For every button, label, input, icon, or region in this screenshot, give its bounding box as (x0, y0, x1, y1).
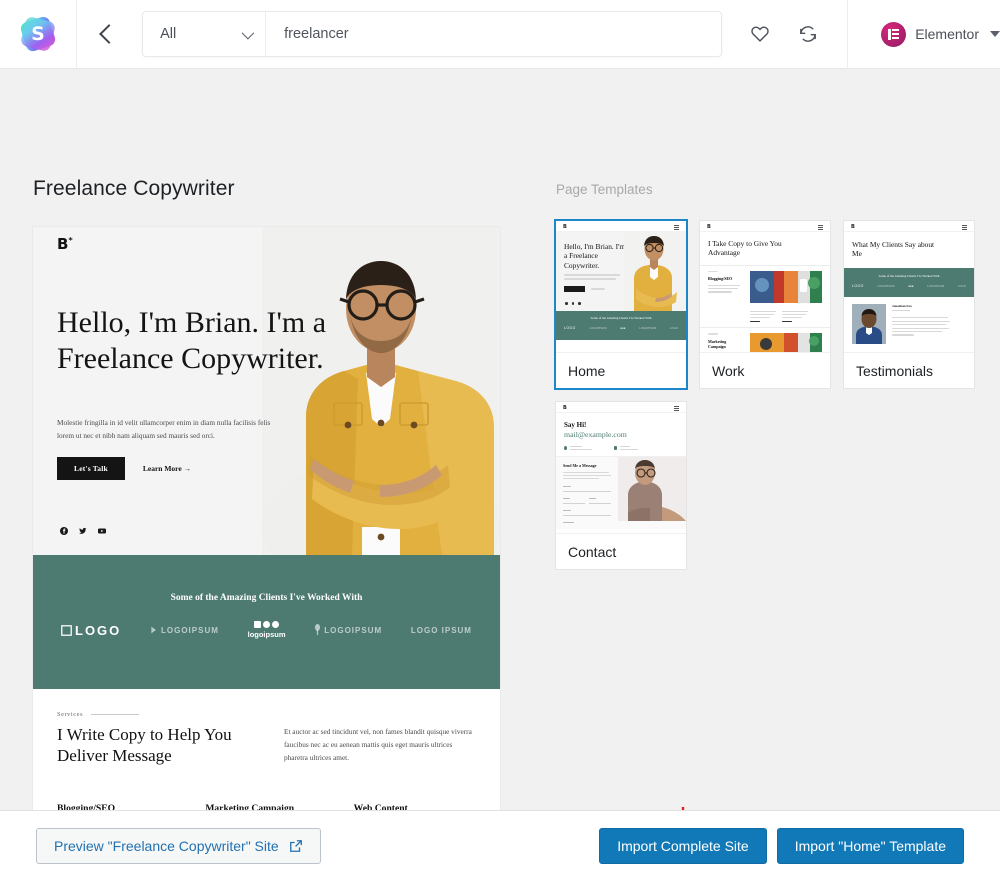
thumb-form-title: Send Me a Message (563, 463, 597, 468)
thumb-testimonial-photo (852, 304, 886, 345)
service-column: Marketing Campaign Neque, aliquam pulvin… (205, 803, 327, 811)
thumb-portrait (624, 232, 686, 311)
import-complete-site-button[interactable]: Import Complete Site (599, 827, 767, 864)
hero-portrait-photo (262, 227, 500, 555)
service-title: Web Content (353, 802, 408, 811)
thumb-subtitle: Marketing Campaign (708, 338, 727, 349)
template-name: Contact (556, 533, 686, 569)
favorites-button[interactable] (749, 23, 771, 45)
template-card-work[interactable]: B I Take Copy to Give You Advantage Blog… (700, 221, 830, 388)
preview-client-logos: LOGO LOGOIPSUM logoipsum LOGOIPSUM LOGO … (61, 621, 472, 639)
toolbar-divider (847, 0, 849, 69)
caret-down-icon (990, 31, 1000, 37)
template-card-contact[interactable]: B Say Hi! mail@example.com Send Me a Mes… (556, 402, 686, 569)
thumb-heading: Say Hi! (564, 421, 587, 429)
sync-button[interactable] (797, 23, 819, 45)
services-tag: Services (57, 711, 476, 718)
preview-cta-secondary[interactable]: Learn More → (143, 464, 191, 473)
template-name: Home (556, 352, 686, 388)
preview-site-button[interactable]: Preview "Freelance Copywriter" Site (36, 827, 321, 864)
thumb-clients-band: Some of the Amazing Clients I've Worked … (844, 268, 974, 298)
app-logo[interactable]: S (0, 0, 77, 69)
preview-clients-band: Some of the Amazing Clients I've Worked … (33, 555, 500, 689)
page-templates-label: Page Templates (556, 182, 653, 197)
back-button[interactable] (77, 24, 136, 44)
preview-brand-logo: B* (57, 235, 73, 253)
template-name: Work (700, 352, 830, 388)
template-name: Testimonials (844, 352, 974, 388)
preview-cta-primary[interactable]: Let's Talk (57, 457, 125, 480)
thumb-photo-collage-2 (750, 333, 822, 352)
service-column: Web Content Nam tortor, blandit semper s… (354, 803, 476, 811)
account-menu[interactable]: Elementor (881, 21, 1000, 47)
thumb-clients-band: Some of the Amazing Clients I've Worked … (556, 311, 686, 340)
thumb-heading: What My Clients Say about Me (852, 240, 935, 259)
footer-primary-actions: Import Complete Site Import "Home" Templ… (599, 827, 964, 864)
service-column: Blogging/SEO Et auctor ac sed tincidunt … (57, 803, 179, 811)
portrait-illustration (262, 227, 500, 555)
preview-services-section: Services I Write Copy to Help You Delive… (33, 689, 500, 810)
refresh-sync-icon (800, 26, 817, 42)
external-link-icon (289, 839, 302, 852)
content-area: Freelance Copywriter B* Hello, I'm Brian… (0, 69, 1000, 810)
preview-site-label: Preview "Freelance Copywriter" Site (54, 837, 279, 854)
client-logo: LOGO (61, 623, 121, 638)
preview-social-links (60, 527, 106, 535)
preview-headline: Hello, I'm Brian. I'm a Freelance Copywr… (57, 306, 327, 376)
template-thumbnail: B Hello, I'm Brian. I'm a Freelance Copy… (556, 221, 686, 352)
preview-paragraph: Molestie fringilla in id velit ullamcorp… (57, 418, 271, 440)
starter-templates-window: S All freelancer Elementor Freelance Cop… (0, 0, 1000, 880)
preview-clients-heading: Some of the Amazing Clients I've Worked … (170, 593, 363, 603)
client-logo: logoipsum (248, 621, 286, 639)
elementor-logo-icon (881, 21, 907, 47)
search-bar: All (142, 11, 723, 57)
client-logo: LOGOIPSUM (314, 624, 382, 636)
template-thumbnail: B What My Clients Say about Me Some of t… (844, 221, 974, 352)
template-card-testimonials[interactable]: B What My Clients Say about Me Some of t… (844, 221, 974, 388)
client-logo: LOGO IPSUM (410, 625, 472, 635)
heart-icon (751, 26, 769, 42)
preview-brand-sup: * (68, 236, 73, 245)
preview-hero-section: B* Hello, I'm Brian. I'm a Freelance Cop… (33, 227, 500, 555)
youtube-icon[interactable] (98, 527, 106, 535)
page-templates-grid: B Hello, I'm Brian. I'm a Freelance Copy… (556, 221, 976, 569)
footer-action-bar: Preview "Freelance Copywriter" Site Impo… (0, 810, 1000, 880)
service-title: Marketing Campaign (205, 802, 295, 811)
toolbar-icons (749, 23, 819, 45)
twitter-icon[interactable] (79, 527, 87, 535)
category-filter-select[interactable]: All (143, 12, 267, 56)
thumb-heading: Hello, I'm Brian. I'm a Freelance Copywr… (564, 242, 626, 270)
site-preview[interactable]: B* Hello, I'm Brian. I'm a Freelance Cop… (33, 227, 500, 810)
thumb-heading: I Take Copy to Give You Advantage (708, 239, 782, 258)
account-name: Elementor (915, 26, 979, 42)
thumb-photo-collage (750, 271, 822, 304)
services-intro: Et auctor ac sed tincidunt vel, non fame… (284, 727, 472, 762)
chevron-left-icon (99, 24, 119, 44)
services-heading: I Write Copy to Help You Deliver Message (57, 725, 232, 766)
category-filter-value: All (160, 26, 177, 42)
thumb-subtitle: Blogging/SEO (708, 276, 733, 282)
preview-brand-letter: B (57, 235, 69, 253)
thumb-contact-photo (618, 457, 686, 521)
template-thumbnail: B Say Hi! mail@example.com Send Me a Mes… (556, 402, 686, 533)
service-title: Blogging/SEO (57, 802, 116, 811)
template-thumbnail: B I Take Copy to Give You Advantage Blog… (700, 221, 830, 352)
starter-templates-logo-icon: S (19, 15, 57, 53)
services-columns: Blogging/SEO Et auctor ac sed tincidunt … (57, 803, 476, 811)
preview-cta-group: Let's Talk Learn More → (57, 457, 191, 480)
import-home-template-button[interactable]: Import "Home" Template (776, 827, 964, 864)
chevron-down-icon (241, 26, 255, 39)
thumb-email: mail@example.com (564, 430, 627, 439)
facebook-icon[interactable] (60, 527, 68, 535)
search-input[interactable] (266, 12, 722, 56)
top-toolbar: S All freelancer Elementor (0, 0, 1000, 69)
page-title: Freelance Copywriter (33, 177, 235, 200)
client-logo: LOGOIPSUM (150, 626, 219, 635)
template-card-home[interactable]: B Hello, I'm Brian. I'm a Freelance Copy… (556, 221, 686, 388)
